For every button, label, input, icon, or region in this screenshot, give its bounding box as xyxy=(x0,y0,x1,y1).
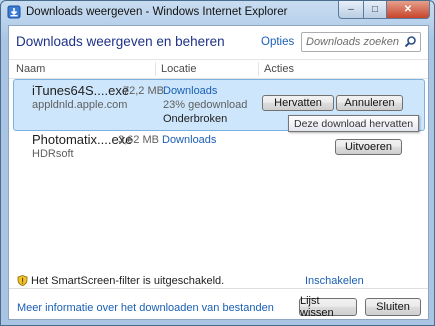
maximize-button[interactable]: □ xyxy=(364,1,387,19)
column-name[interactable]: Naam xyxy=(16,63,45,75)
progress-text: 23% gedownload xyxy=(163,99,248,111)
clear-list-button[interactable]: Lijst wissen xyxy=(299,295,357,319)
search-placeholder: Downloads zoeken xyxy=(306,36,399,48)
client-area: Downloads weergeven en beheren Opties Do… xyxy=(8,25,429,320)
minimize-button[interactable]: – xyxy=(338,1,364,19)
title-bar[interactable]: Downloads weergeven - Windows Internet E… xyxy=(1,1,434,25)
resume-button[interactable]: Hervatten xyxy=(262,95,334,111)
column-actions[interactable]: Acties xyxy=(264,63,294,75)
close-button[interactable]: Sluiten xyxy=(365,298,421,316)
options-link[interactable]: Opties xyxy=(261,36,294,48)
caption-buttons: – □ ✕ xyxy=(338,1,430,19)
column-divider xyxy=(258,62,259,76)
ie-download-window: Downloads weergeven - Windows Internet E… xyxy=(0,0,435,326)
column-header: Naam Locatie Acties xyxy=(9,59,428,79)
column-location[interactable]: Locatie xyxy=(161,63,196,75)
cancel-button[interactable]: Annuleren xyxy=(336,95,403,111)
file-source: HDRsoft xyxy=(32,148,74,160)
search-input[interactable]: Downloads zoeken xyxy=(301,32,421,52)
footer-divider xyxy=(9,288,428,289)
close-window-button[interactable]: ✕ xyxy=(387,1,430,19)
smartscreen-status: Het SmartScreen-filter is uitgeschakeld. xyxy=(31,275,225,287)
status-text: Onderbroken xyxy=(163,113,228,125)
location-link[interactable]: Downloads xyxy=(162,134,216,146)
location-link[interactable]: Downloads xyxy=(163,85,217,97)
file-size: 72,2 MB xyxy=(123,85,164,97)
page-title: Downloads weergeven en beheren xyxy=(16,34,225,49)
file-source: appldnld.apple.com xyxy=(32,99,128,111)
run-button[interactable]: Uitvoeren xyxy=(335,139,402,155)
column-divider xyxy=(155,62,156,76)
file-size: 3,62 MB xyxy=(118,134,159,146)
smartscreen-shield-icon xyxy=(17,275,28,286)
more-info-link[interactable]: Meer informatie over het downloaden van … xyxy=(17,302,274,314)
downloads-app-icon xyxy=(7,5,21,19)
enable-smartscreen-link[interactable]: Inschakelen xyxy=(305,275,364,287)
file-name: iTunes64S....exe xyxy=(32,83,130,98)
resume-tooltip: Deze download hervatten xyxy=(288,115,420,132)
window-title: Downloads weergeven - Windows Internet E… xyxy=(26,6,288,18)
search-icon[interactable] xyxy=(404,35,417,48)
